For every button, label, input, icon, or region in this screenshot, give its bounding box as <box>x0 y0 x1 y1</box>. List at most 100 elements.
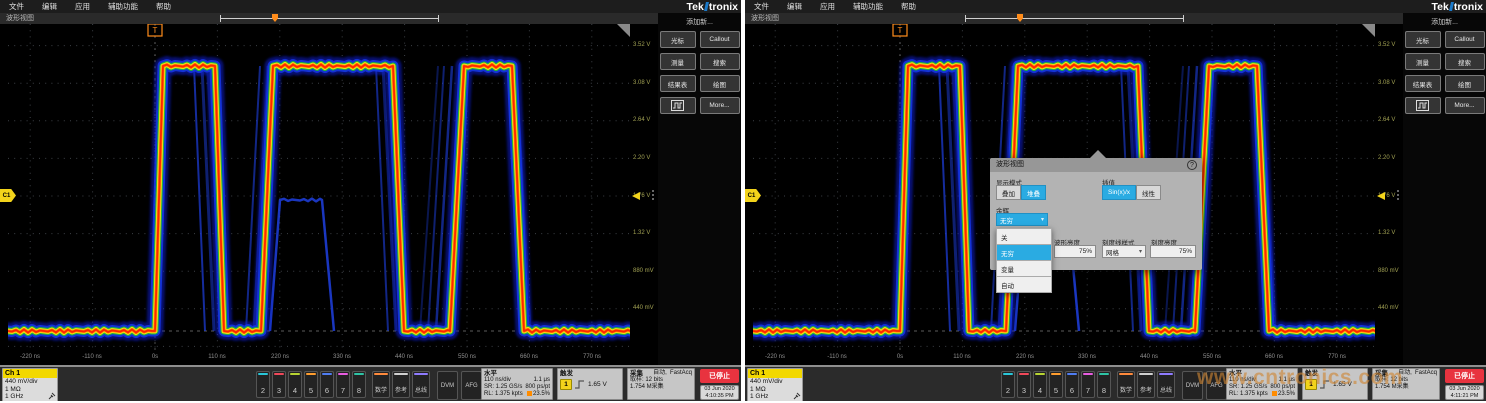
sidebar-button-绘图[interactable]: 绘图 <box>700 75 740 92</box>
sidebar-button-搜索[interactable]: 搜索 <box>700 53 740 70</box>
button-dvm[interactable]: DVM <box>437 371 458 400</box>
persistence-option-自动[interactable]: 自动 <box>996 277 1052 293</box>
menu-item-3[interactable]: 应用 <box>66 0 99 13</box>
zoom-corner-icon[interactable] <box>617 24 630 37</box>
menu-item-2[interactable]: 编辑 <box>778 0 811 13</box>
display-mode-option-叠加[interactable]: 叠加 <box>996 185 1021 200</box>
persistence-option-无穷[interactable]: 无穷 <box>996 245 1052 261</box>
persistence-option-关[interactable]: 关 <box>996 228 1052 245</box>
acquisition-panel[interactable]: 采集 自动,FastAcq 取样: 12 bits 1.754 M采集 <box>627 368 695 400</box>
channel-6-button[interactable]: 6 <box>320 371 334 398</box>
sidebar-button-绘图[interactable]: 绘图 <box>1445 75 1485 92</box>
persistence-dropdown[interactable]: 无穷▾ <box>996 213 1048 226</box>
splitter-handle-icon[interactable] <box>652 190 654 192</box>
menu-item-5[interactable]: 帮助 <box>892 0 925 13</box>
graticule-intensity-input[interactable]: 75% <box>1150 245 1196 258</box>
button-总线[interactable]: 总线 <box>1157 371 1175 398</box>
button-总线[interactable]: 总线 <box>412 371 430 398</box>
y-tick-label: 2.20 V <box>633 155 650 161</box>
horizontal-panel[interactable]: 水平 110 ns/div1.1 μs SR: 1.25 GS/s800 ps/… <box>481 368 553 400</box>
acquisition-bits: 取样: 12 bits <box>630 377 663 384</box>
channel-7-button[interactable]: 7 <box>1081 371 1095 398</box>
graticule-area[interactable]: T 3.52 V3.08 V2.64 V2.20 V1.76 V1.32 V88… <box>0 24 658 351</box>
button-afg[interactable]: AFG <box>461 371 482 400</box>
graticule-style-select[interactable]: 网格▾ <box>1102 245 1146 258</box>
horizontal-recordlength: RL: 1.375 kpts <box>1229 391 1268 398</box>
channel-4-button[interactable]: 4 <box>1033 371 1047 398</box>
horizontal-panel[interactable]: 水平 110 ns/div1.1 μs SR: 1.25 GS/s800 ps/… <box>1226 368 1298 400</box>
x-tick-label: 0s <box>897 354 903 360</box>
help-icon[interactable]: ? <box>1187 160 1197 170</box>
sidebar-button-光标[interactable]: 光标 <box>1405 31 1441 48</box>
interpolation-option-Sin(x)/x[interactable]: Sin(x)/x <box>1102 185 1136 200</box>
waveform-histogram-icon-button[interactable] <box>1405 97 1441 114</box>
menu-item-1[interactable]: 文件 <box>0 0 33 13</box>
run-stop-button[interactable]: 已停止 <box>700 369 739 383</box>
sidebar-button-More...[interactable]: More... <box>1445 97 1485 114</box>
channel-5-button[interactable]: 5 <box>1049 371 1063 398</box>
waveform-intensity-input[interactable]: 75% <box>1054 245 1096 258</box>
channel-8-button[interactable]: 8 <box>352 371 366 398</box>
splitter-handle-icon[interactable] <box>1397 190 1399 192</box>
zoom-corner-icon[interactable] <box>1362 24 1375 37</box>
math-ref-bus-buttons: 数学参考总线 <box>1117 371 1175 398</box>
sidebar-button-More...[interactable]: More... <box>700 97 740 114</box>
aux-buttons: DVMAFG <box>437 371 482 400</box>
display-mode-option-堆叠[interactable]: 堆叠 <box>1021 185 1046 200</box>
position-indicator-icon <box>1272 391 1277 396</box>
button-数学[interactable]: 数学 <box>372 371 390 398</box>
menu-item-2[interactable]: 编辑 <box>33 0 66 13</box>
channel-5-button[interactable]: 5 <box>304 371 318 398</box>
menu-item-4[interactable]: 辅助功能 <box>844 0 892 13</box>
waveform-display[interactable]: T <box>8 24 630 351</box>
trigger-level-arrow-icon[interactable] <box>632 192 640 200</box>
channel-6-button[interactable]: 6 <box>1065 371 1079 398</box>
button-afg[interactable]: AFG <box>1206 371 1227 400</box>
sidebar-button-搜索[interactable]: 搜索 <box>1445 53 1485 70</box>
channel-2-button[interactable]: 2 <box>1001 371 1015 398</box>
sidebar-button-结果表[interactable]: 结果表 <box>1405 75 1441 92</box>
sidebar-button-测量[interactable]: 测量 <box>660 53 696 70</box>
channel-2-button[interactable]: 2 <box>256 371 270 398</box>
menu-item-1[interactable]: 文件 <box>745 0 778 13</box>
button-参考[interactable]: 参考 <box>1137 371 1155 398</box>
sidebar-button-光标[interactable]: 光标 <box>660 31 696 48</box>
button-dvm[interactable]: DVM <box>1182 371 1203 400</box>
channel-3-button[interactable]: 3 <box>1017 371 1031 398</box>
button-参考[interactable]: 参考 <box>392 371 410 398</box>
channel-8-button[interactable]: 8 <box>1097 371 1111 398</box>
run-stop-button[interactable]: 已停止 <box>1445 369 1484 383</box>
trigger-panel[interactable]: 触发 1 1.65 V <box>1302 368 1368 400</box>
sidebar-button-Callout[interactable]: Callout <box>1445 31 1485 48</box>
channel-color-strip <box>258 373 268 375</box>
channel-1-badge[interactable]: Ch 1 440 mV/div 1 MΩ 1 GHz <box>747 368 803 401</box>
sidebar-button-Callout[interactable]: Callout <box>700 31 740 48</box>
sidebar-button-结果表[interactable]: 结果表 <box>660 75 696 92</box>
timeline-trigger-marker[interactable] <box>272 14 278 22</box>
x-tick-label: 440 ns <box>395 354 413 360</box>
menu-item-4[interactable]: 辅助功能 <box>99 0 147 13</box>
trigger-panel[interactable]: 触发 1 1.65 V <box>557 368 623 400</box>
button-数学[interactable]: 数学 <box>1117 371 1135 398</box>
x-tick-label: 110 ns <box>953 354 971 360</box>
menu-bar: 文件编辑应用辅助功能帮助 Tektronix <box>0 0 741 13</box>
oscilloscope-screenshot-left: 文件编辑应用辅助功能帮助 Tektronix 波形视图 T 3.52 V3.08… <box>0 0 741 401</box>
channel-1-badge[interactable]: Ch 1 440 mV/div 1 MΩ 1 GHz <box>2 368 58 401</box>
zoom-pan-timeline[interactable] <box>965 15 1184 22</box>
trigger-level-arrow-icon[interactable] <box>1377 192 1385 200</box>
waveform-histogram-icon-button[interactable] <box>660 97 696 114</box>
interpolation-option-线性[interactable]: 线性 <box>1136 185 1161 200</box>
persistence-option-变量[interactable]: 变量 <box>996 261 1052 277</box>
channel-7-button[interactable]: 7 <box>336 371 350 398</box>
probe-icon <box>48 392 56 400</box>
zoom-pan-timeline[interactable] <box>220 15 439 22</box>
menu-item-3[interactable]: 应用 <box>811 0 844 13</box>
x-tick-label: -220 ns <box>20 354 40 360</box>
acquisition-panel[interactable]: 采集 自动,FastAcq 取样: 12 bits 1.754 M采集 <box>1372 368 1440 400</box>
y-tick-label: 880 mV <box>1378 268 1399 274</box>
menu-item-5[interactable]: 帮助 <box>147 0 180 13</box>
channel-3-button[interactable]: 3 <box>272 371 286 398</box>
sidebar-button-测量[interactable]: 测量 <box>1405 53 1441 70</box>
channel-4-button[interactable]: 4 <box>288 371 302 398</box>
timeline-trigger-marker[interactable] <box>1017 14 1023 22</box>
